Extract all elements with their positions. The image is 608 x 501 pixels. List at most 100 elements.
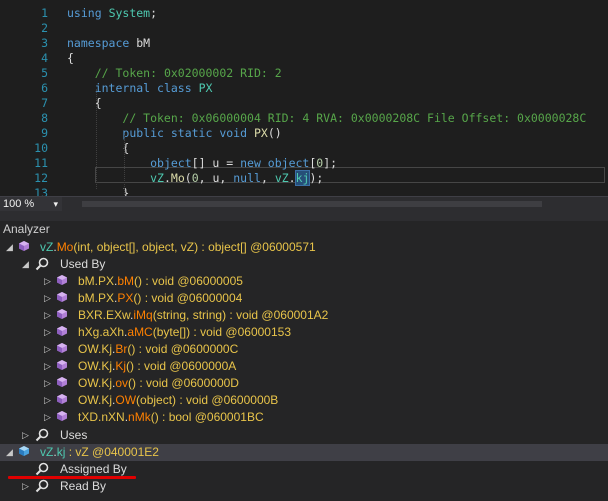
code-token: // Token: 0x02000002 RID: 2 [94, 66, 282, 80]
code-line[interactable]: 7 { [0, 95, 608, 111]
tree-node-field[interactable]: ◢ vZ.kj : vZ @040001E2 [0, 444, 608, 461]
line-number: 5 [41, 66, 48, 80]
line-number: 9 [41, 126, 48, 140]
line-number: 4 [41, 51, 48, 65]
code-text: vZ.Mo(0, u, null, vZ.kj); [67, 170, 323, 186]
code-token: 0 [191, 171, 199, 185]
code-token: ); [309, 171, 324, 185]
code-token: // Token: 0x06000004 RID: 4 RVA: 0x00002… [122, 111, 587, 125]
horizontal-scrollbar[interactable] [62, 201, 608, 207]
code-token: Mo [170, 171, 185, 185]
expand-arrow-icon[interactable]: ▷ [44, 392, 54, 409]
code-token: . [288, 171, 296, 185]
code-line[interactable]: 11 object[] u = new object[0]; [0, 155, 608, 171]
code-line[interactable]: 13 } [0, 185, 608, 196]
code-token: using [67, 6, 102, 20]
code-token: { [67, 51, 74, 65]
scrollbar-thumb[interactable] [82, 201, 542, 207]
panel-splitter[interactable] [0, 211, 608, 221]
expand-arrow-icon[interactable]: ▷ [44, 375, 54, 392]
zoom-level: 100 % [3, 198, 35, 210]
code-token: . [163, 171, 171, 185]
code-line[interactable]: 4{ [0, 50, 608, 66]
code-line[interactable]: 8 // Token: 0x06000004 RID: 4 RVA: 0x000… [0, 110, 608, 126]
code-token: ( [184, 171, 192, 185]
field-label: vZ.kj : vZ @040001E2 [40, 445, 159, 459]
collapse-arrow-icon[interactable]: ◢ [6, 444, 16, 461]
code-line[interactable]: 6 internal class PX [0, 80, 608, 96]
code-text: using System; [67, 5, 157, 21]
code-line[interactable]: 1 using System; [0, 5, 608, 21]
line-number: 12 [34, 171, 48, 185]
root-method-label: vZ.Mo(int, object[], object, vZ) : objec… [40, 240, 316, 254]
method-icon [57, 275, 67, 285]
expand-arrow-icon[interactable]: ▷ [44, 290, 54, 307]
expand-arrow-icon[interactable]: ▷ [44, 341, 54, 358]
expand-arrow-icon[interactable]: ▷ [44, 307, 54, 324]
used-by-item-label: bM.PX.bM() : void @06000005 [78, 274, 243, 288]
method-icon [57, 377, 67, 387]
chevron-down-icon: ▾ [53, 199, 58, 209]
expand-arrow-icon[interactable]: ▷ [22, 427, 32, 444]
code-text: internal class PX [67, 80, 213, 96]
code-token: namespace [67, 36, 130, 50]
code-token: , u, [198, 171, 234, 185]
method-icon [57, 411, 67, 421]
code-line[interactable]: 9 public static void PX() [0, 125, 608, 141]
collapse-arrow-icon[interactable]: ◢ [6, 239, 16, 256]
used-by-label: Used By [60, 257, 106, 271]
search-icon [35, 462, 49, 476]
code-token: } [67, 186, 130, 196]
code-editor[interactable]: 1 using System; 2 3 namespace bM 4{5 // Token… [0, 0, 608, 196]
line-number: 3 [41, 36, 48, 50]
zoom-dropdown[interactable]: 100 % ▾ [0, 197, 62, 211]
code-text: // Token: 0x02000002 RID: 2 [67, 65, 282, 81]
code-text: namespace bM [67, 35, 150, 51]
line-number: 10 [34, 141, 48, 155]
expand-arrow-icon[interactable]: ▷ [44, 358, 54, 375]
used-by-item-label: tXD.nXN.nMk() : bool @060001BC [78, 410, 264, 424]
used-by-item-label: OW.Kj.OW(object) : void @0600000B [78, 393, 279, 407]
indent-guide [96, 89, 97, 189]
used-by-item-label: OW.Kj.Kj() : void @0600000A [78, 359, 237, 373]
code-line[interactable]: 12 vZ.Mo(0, u, null, vZ.kj); [0, 170, 608, 186]
search-icon [35, 428, 49, 442]
indent-guide [124, 135, 125, 195]
method-icon [19, 241, 29, 251]
used-by-item-label: OW.Kj.ov() : void @0600000D [78, 376, 239, 390]
code-token: PX [253, 126, 268, 140]
code-token: [] u = [191, 156, 241, 170]
expand-arrow-icon[interactable]: ▷ [44, 409, 54, 426]
expand-arrow-icon[interactable]: ▷ [44, 324, 54, 341]
code-line[interactable]: 3 namespace bM [0, 35, 608, 51]
line-number: 6 [41, 81, 48, 95]
expand-arrow-icon[interactable]: ▷ [44, 273, 54, 290]
code-text: object[] u = new object[0]; [67, 155, 337, 171]
expand-arrow-icon[interactable]: ▷ [22, 478, 32, 495]
field-icon [19, 446, 29, 456]
code-token: () [267, 126, 282, 140]
method-icon [57, 360, 67, 370]
code-line[interactable]: 10 { [0, 140, 608, 156]
code-token: bM [129, 36, 151, 50]
selected-token: kj [294, 170, 311, 186]
line-number: 13 [34, 186, 48, 196]
code-token: vZ [274, 171, 289, 185]
code-token: ; [150, 6, 158, 20]
code-line[interactable]: 5 // Token: 0x02000002 RID: 2 [0, 65, 608, 81]
annotation-underline [8, 476, 136, 479]
line-number: 2 [41, 21, 48, 35]
line-number: 11 [34, 156, 48, 170]
code-token: object [150, 156, 192, 170]
code-text: // Token: 0x06000004 RID: 4 RVA: 0x00002… [67, 110, 586, 126]
code-line[interactable]: 2 [0, 20, 608, 36]
collapse-arrow-icon[interactable]: ◢ [22, 256, 32, 273]
code-token: vZ [150, 171, 164, 185]
